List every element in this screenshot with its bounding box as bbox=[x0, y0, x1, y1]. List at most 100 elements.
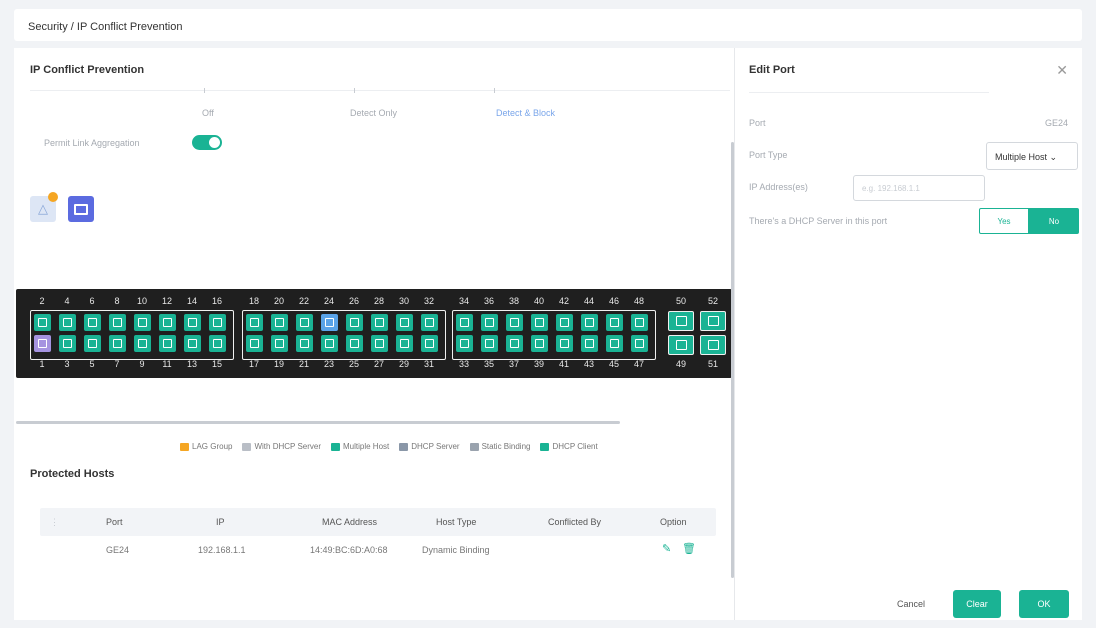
port-number: 52 bbox=[707, 296, 718, 306]
vertical-scrollbar[interactable] bbox=[731, 142, 734, 578]
col-ip[interactable]: IP bbox=[216, 517, 225, 527]
port-36[interactable] bbox=[481, 314, 498, 331]
port-4[interactable] bbox=[59, 314, 76, 331]
port-29[interactable] bbox=[396, 335, 413, 352]
port-number: 23 bbox=[323, 359, 334, 369]
port-33[interactable] bbox=[456, 335, 473, 352]
port-number: 22 bbox=[298, 296, 309, 306]
port-number: 6 bbox=[89, 296, 95, 306]
port-35[interactable] bbox=[481, 335, 498, 352]
port-28[interactable] bbox=[371, 314, 388, 331]
col-conflicted-by[interactable]: Conflicted By bbox=[548, 517, 601, 527]
port-22[interactable] bbox=[296, 314, 313, 331]
port-42[interactable] bbox=[556, 314, 573, 331]
monitor-icon[interactable] bbox=[68, 196, 94, 222]
port-16[interactable] bbox=[209, 314, 226, 331]
port-47[interactable] bbox=[631, 335, 648, 352]
chevron-down-icon: ⌄ bbox=[1049, 152, 1058, 162]
port-19[interactable] bbox=[271, 335, 288, 352]
horizontal-scrollbar[interactable] bbox=[16, 421, 620, 424]
clear-button[interactable]: Clear bbox=[953, 590, 1001, 618]
port-5[interactable] bbox=[84, 335, 101, 352]
port-17[interactable] bbox=[246, 335, 263, 352]
sfp-port-52[interactable] bbox=[700, 311, 726, 331]
drag-handle-icon: ⋮ bbox=[50, 517, 59, 527]
port-24[interactable] bbox=[321, 314, 338, 331]
port-11[interactable] bbox=[159, 335, 176, 352]
legend-label: With DHCP Server bbox=[254, 442, 321, 451]
port-30[interactable] bbox=[396, 314, 413, 331]
port-32[interactable] bbox=[421, 314, 438, 331]
port-number: 26 bbox=[348, 296, 359, 306]
port-12[interactable] bbox=[159, 314, 176, 331]
sfp-port-51[interactable] bbox=[700, 335, 726, 355]
mode-slider-track[interactable] bbox=[30, 90, 730, 91]
mode-off-label[interactable]: Off bbox=[202, 108, 214, 118]
port-21[interactable] bbox=[296, 335, 313, 352]
port-43[interactable] bbox=[581, 335, 598, 352]
port-48[interactable] bbox=[631, 314, 648, 331]
port-37[interactable] bbox=[506, 335, 523, 352]
port-2[interactable] bbox=[34, 314, 51, 331]
port-46[interactable] bbox=[606, 314, 623, 331]
port-13[interactable] bbox=[184, 335, 201, 352]
edit-icon[interactable]: ✎ bbox=[662, 542, 671, 555]
port-number: 19 bbox=[273, 359, 284, 369]
port-number: 3 bbox=[64, 359, 70, 369]
mode-detect-block-label[interactable]: Detect & Block bbox=[496, 108, 555, 118]
cancel-button[interactable]: Cancel bbox=[883, 590, 939, 618]
warning-icon[interactable]: △ bbox=[30, 192, 58, 222]
port-34[interactable] bbox=[456, 314, 473, 331]
legend-label: DHCP Client bbox=[552, 442, 598, 451]
yes-button[interactable]: Yes bbox=[979, 208, 1029, 234]
col-mac[interactable]: MAC Address bbox=[322, 517, 377, 527]
ok-button[interactable]: OK bbox=[1019, 590, 1069, 618]
port-41[interactable] bbox=[556, 335, 573, 352]
col-host-type[interactable]: Host Type bbox=[436, 517, 476, 527]
port-27[interactable] bbox=[371, 335, 388, 352]
port-26[interactable] bbox=[346, 314, 363, 331]
divider bbox=[749, 92, 989, 93]
port-38[interactable] bbox=[506, 314, 523, 331]
warning-badge bbox=[48, 192, 58, 202]
port-type-select[interactable]: Multiple Host ⌄ bbox=[986, 142, 1078, 170]
mode-detect-only-label[interactable]: Detect Only bbox=[350, 108, 397, 118]
port-31[interactable] bbox=[421, 335, 438, 352]
port-18[interactable] bbox=[246, 314, 263, 331]
port-40[interactable] bbox=[531, 314, 548, 331]
port-25[interactable] bbox=[346, 335, 363, 352]
port-45[interactable] bbox=[606, 335, 623, 352]
mode-tick-detect-only[interactable] bbox=[354, 88, 355, 93]
port-44[interactable] bbox=[581, 314, 598, 331]
port-9[interactable] bbox=[134, 335, 151, 352]
port-23[interactable] bbox=[321, 335, 338, 352]
port-number: 36 bbox=[483, 296, 494, 306]
permit-lag-toggle[interactable] bbox=[192, 135, 222, 150]
no-button[interactable]: No bbox=[1029, 208, 1079, 234]
port-8[interactable] bbox=[109, 314, 126, 331]
mode-tick-off[interactable] bbox=[204, 88, 205, 93]
port-20[interactable] bbox=[271, 314, 288, 331]
port-15[interactable] bbox=[209, 335, 226, 352]
close-icon[interactable]: ✕ bbox=[1056, 62, 1068, 79]
port-1[interactable] bbox=[34, 335, 51, 352]
port-number: 41 bbox=[558, 359, 569, 369]
port-10[interactable] bbox=[134, 314, 151, 331]
port-7[interactable] bbox=[109, 335, 126, 352]
port-14[interactable] bbox=[184, 314, 201, 331]
dhcp-server-yesno: Yes No bbox=[979, 208, 1079, 234]
ip-address-input[interactable]: e.g. 192.168.1.1 bbox=[853, 175, 985, 201]
port-3[interactable] bbox=[59, 335, 76, 352]
legend-label: LAG Group bbox=[192, 442, 233, 451]
col-port[interactable]: Port bbox=[106, 517, 123, 527]
port-39[interactable] bbox=[531, 335, 548, 352]
table-row[interactable]: GE24 192.168.1.1 14:49:BC:6D:A0:68 Dynam… bbox=[40, 536, 716, 562]
row-ip: 192.168.1.1 bbox=[198, 545, 246, 555]
port-6[interactable] bbox=[84, 314, 101, 331]
port-type-value: Multiple Host bbox=[995, 152, 1048, 162]
mode-tick-detect-block[interactable] bbox=[494, 88, 495, 93]
port-number: 25 bbox=[348, 359, 359, 369]
delete-icon[interactable]: 🗑 bbox=[682, 542, 696, 555]
sfp-port-50[interactable] bbox=[668, 311, 694, 331]
sfp-port-49[interactable] bbox=[668, 335, 694, 355]
